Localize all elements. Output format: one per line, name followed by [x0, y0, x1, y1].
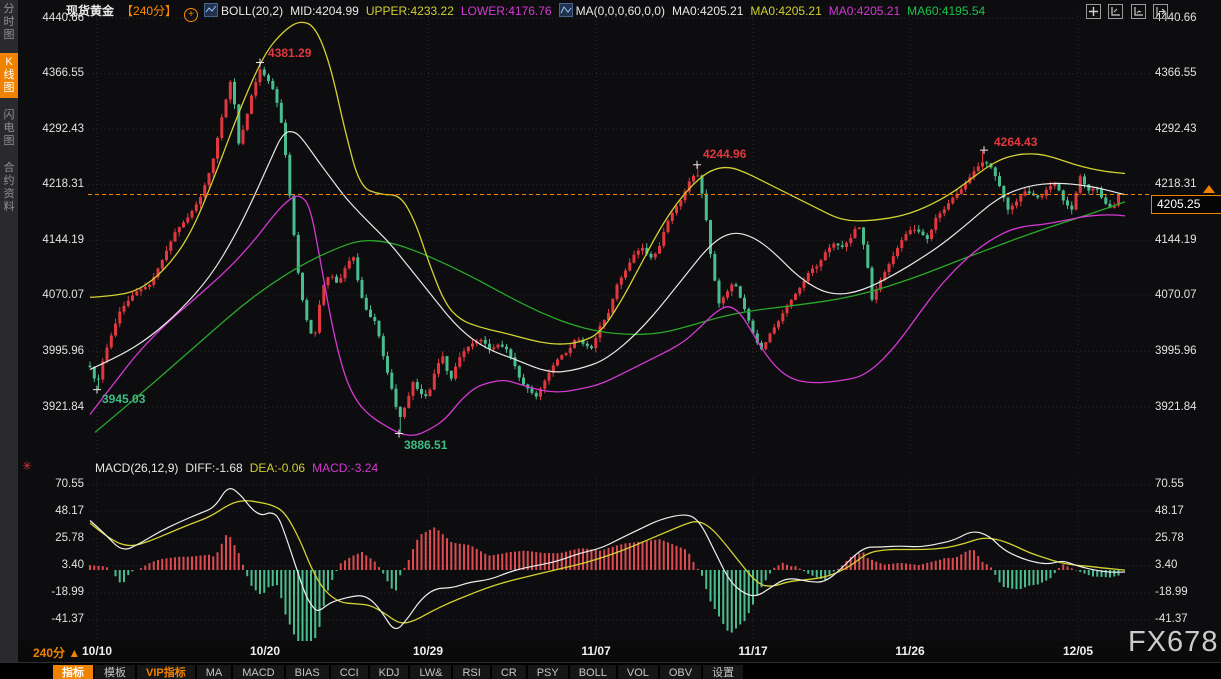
macd-dea-value: DEA:-0.06	[250, 461, 305, 475]
ma0-white-value: MA0:4205.21	[672, 4, 743, 18]
symbol-name: 现货黄金	[66, 4, 114, 18]
footer-tab-14[interactable]: OBV	[660, 665, 701, 679]
date-label-0: 10/10	[82, 644, 112, 658]
candlesticks	[89, 63, 1121, 434]
add-indicator-icon[interactable]: +	[184, 8, 198, 22]
footer-tab-4[interactable]: MACD	[233, 665, 283, 679]
date-label-2: 10/29	[413, 644, 443, 658]
footer-tab-3[interactable]: MA	[197, 665, 232, 679]
kline-chart-canvas[interactable]: 4381.29 4244.96 4264.43 3945.03 3886.51	[0, 0, 1221, 679]
period-selector[interactable]: 240分 ▲	[33, 644, 80, 661]
boll-upper-value: UPPER:4233.22	[366, 4, 454, 18]
period-label: 【240分】	[121, 4, 177, 18]
ma-label: MA(0,0,0,60,0,0)	[576, 4, 665, 18]
footer-tab-11[interactable]: PSY	[528, 665, 568, 679]
boll-mid-line	[90, 132, 1125, 372]
chart-toolbar	[1086, 4, 1171, 22]
footer-tab-2[interactable]: VIP指标	[137, 665, 195, 679]
date-label-3: 11/07	[581, 644, 610, 658]
extreme-marker-icon	[93, 386, 101, 394]
sidebar-item-2[interactable]: 闪电图	[0, 106, 18, 151]
footer-tab-6[interactable]: CCI	[331, 665, 368, 679]
chart-app: 4381.29 4244.96 4264.43 3945.03 3886.51 分时图 K…	[0, 0, 1221, 679]
date-label-1: 10/20	[250, 644, 280, 658]
macd-diff-value: DIFF:-1.68	[185, 461, 242, 475]
footer-tab-10[interactable]: CR	[492, 665, 526, 679]
sidebar-item-1[interactable]: K线图	[0, 53, 18, 98]
footer-tab-5[interactable]: BIAS	[286, 665, 329, 679]
price-up-arrow-icon	[1203, 185, 1215, 193]
time-axis: 240分 ▲ 10/10 10/20 10/29 11/07 11/17 11/26 12/…	[0, 641, 1221, 662]
boll-indicator-icon[interactable]	[204, 3, 218, 17]
extreme-marker-icon	[693, 161, 701, 169]
ma-indicator-icon[interactable]	[559, 3, 573, 17]
axis-scale-icon[interactable]	[1108, 4, 1123, 19]
last-price-tag: 4205.25	[1151, 195, 1221, 214]
macd-legend: MACD(26,12,9) DIFF:-1.68 DEA:-0.06 MACD:-3.…	[95, 461, 385, 475]
footer-tab-15[interactable]: 设置	[703, 665, 743, 679]
extreme-label-4: 3886.51	[404, 438, 448, 452]
sidebar-item-3[interactable]: 合约资料	[0, 159, 18, 217]
ma60-value: MA60:4195.54	[907, 4, 985, 18]
ma0-yellow-value: MA0:4205.21	[750, 4, 821, 18]
footer-tab-12[interactable]: BOLL	[570, 665, 616, 679]
date-label-4: 11/17	[738, 644, 767, 658]
macd-close-icon[interactable]: ✳	[22, 459, 32, 473]
footer-tab-1[interactable]: 模板	[95, 665, 135, 679]
boll-label: BOLL(20,2)	[221, 4, 283, 18]
crosshair-icon[interactable]	[1086, 4, 1101, 19]
indicator-legend: 现货黄金【240分】+BOLL(20,2)MID:4204.99UPPER:42…	[66, 2, 992, 18]
footer-tab-13[interactable]: VOL	[618, 665, 658, 679]
indicator-tab-bar: 指标模板VIP指标MAMACDBIASCCIKDJLW&RSICRPSYBOLL…	[0, 662, 1221, 679]
date-label-6: 12/05	[1063, 644, 1093, 658]
sidebar-item-0[interactable]: 分时图	[0, 0, 18, 45]
extreme-label-1: 4244.96	[703, 147, 747, 161]
macd-title: MACD(26,12,9)	[95, 461, 178, 475]
extreme-label-3: 3945.03	[102, 392, 146, 406]
footer-tab-0[interactable]: 指标	[53, 665, 93, 679]
watermark: FX678	[1128, 626, 1218, 659]
extreme-label-0: 4381.29	[268, 46, 312, 60]
extreme-marker-icon	[395, 430, 403, 438]
footer-tab-7[interactable]: KDJ	[370, 665, 409, 679]
expand-icon[interactable]	[1153, 4, 1168, 19]
boll-lower-value: LOWER:4176.76	[461, 4, 552, 18]
footer-tab-9[interactable]: RSI	[453, 665, 489, 679]
date-label-5: 11/26	[895, 644, 924, 658]
footer-tab-8[interactable]: LW&	[410, 665, 451, 679]
extreme-marker-icon	[980, 146, 988, 154]
chart-type-sidebar: 分时图 K线图闪电图合约资料	[0, 0, 18, 679]
boll-mid-value: MID:4204.99	[290, 4, 359, 18]
ma0-magenta-value: MA0:4205.21	[829, 4, 900, 18]
extreme-label-2: 4264.43	[994, 135, 1038, 149]
indicator-window-icon[interactable]	[1131, 4, 1146, 19]
macd-histogram	[90, 528, 1119, 645]
macd-macd-value: MACD:-3.24	[312, 461, 378, 475]
